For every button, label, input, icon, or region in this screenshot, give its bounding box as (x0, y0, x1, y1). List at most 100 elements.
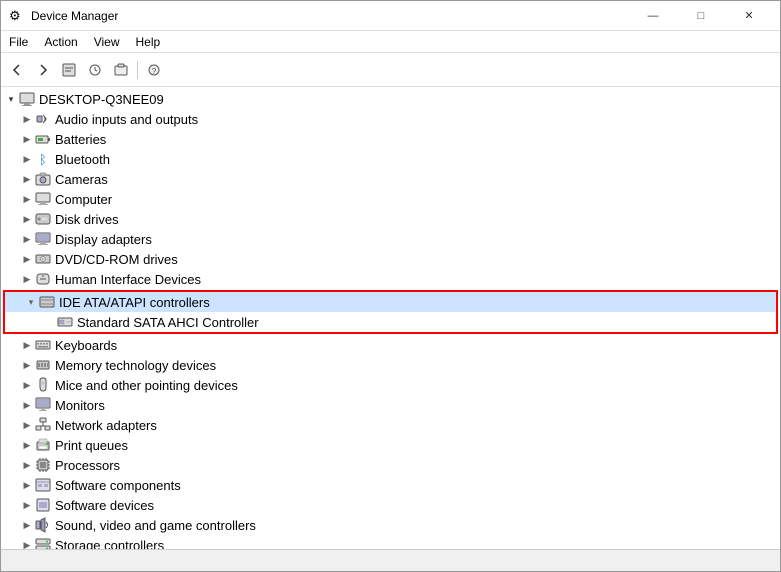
list-item[interactable]: ▶ Print queues (1, 435, 780, 455)
sound-icon (35, 517, 51, 533)
list-item[interactable]: ▶ Software components (1, 475, 780, 495)
computer-icon (19, 91, 35, 107)
menu-help[interactable]: Help (128, 31, 169, 52)
expand-icon: ▶ (19, 537, 35, 549)
root-expand-icon: ▾ (3, 91, 19, 107)
list-item[interactable]: ▶ Network adapters (1, 415, 780, 435)
bluetooth-icon: ᛒ (35, 151, 51, 167)
software-devices-icon (35, 497, 51, 513)
expand-icon: ▶ (19, 397, 35, 413)
item-label: Cameras (55, 172, 108, 187)
list-item[interactable]: ▶ Memory technology devices (1, 355, 780, 375)
highlighted-section: ▾ IDE ATA/ATAPI controllers ▶ (3, 290, 778, 334)
memory-icon (35, 357, 51, 373)
item-label: Software devices (55, 498, 154, 513)
expand-icon: ▶ (19, 457, 35, 473)
app-icon: ⚙ (9, 8, 25, 24)
list-item[interactable]: ▶ Computer (1, 189, 780, 209)
storage-icon (35, 537, 51, 549)
expand-icon: ▶ (19, 211, 35, 227)
ide-icon (39, 294, 55, 310)
expand-icon: ▶ (19, 271, 35, 287)
item-label: Standard SATA AHCI Controller (77, 315, 259, 330)
monitor-icon (35, 397, 51, 413)
svg-text:?: ? (152, 67, 157, 76)
list-item[interactable]: ▶ Proces (1, 455, 780, 475)
camera-icon (35, 171, 51, 187)
back-button[interactable] (5, 58, 29, 82)
list-item[interactable]: ▶ Mice and other pointing devices (1, 375, 780, 395)
print-icon (35, 437, 51, 453)
mouse-icon (35, 377, 51, 393)
status-bar (1, 549, 780, 571)
expand-icon: ▶ (19, 417, 35, 433)
root-label: DESKTOP-Q3NEE09 (39, 92, 164, 107)
item-label: Display adapters (55, 232, 152, 247)
list-item[interactable]: ▶ Batteries (1, 129, 780, 149)
forward-button[interactable] (31, 58, 55, 82)
keyboard-icon (35, 337, 51, 353)
list-item[interactable]: ▶ Standard SATA AHCI Controller (5, 312, 776, 332)
list-item[interactable]: ▶ Human Interface Devices (1, 269, 780, 289)
close-button[interactable]: ✕ (726, 2, 772, 30)
list-item[interactable]: ▶ Storage controllers (1, 535, 780, 549)
minimize-button[interactable]: — (630, 2, 676, 30)
list-item[interactable]: ▶ Cameras (1, 169, 780, 189)
scan-hardware-button[interactable] (109, 58, 133, 82)
maximize-button[interactable]: □ (678, 2, 724, 30)
item-label: IDE ATA/ATAPI controllers (59, 295, 210, 310)
show-properties-button[interactable] (57, 58, 81, 82)
expand-icon: ▶ (19, 497, 35, 513)
device-manager-window: ⚙ Device Manager — □ ✕ File Action View … (0, 0, 781, 572)
display-icon (35, 231, 51, 247)
item-label: Batteries (55, 132, 106, 147)
item-label: Memory technology devices (55, 358, 216, 373)
item-label: Storage controllers (55, 538, 164, 550)
dvd-icon (35, 251, 51, 267)
list-item[interactable]: ▶ ᛒ Bluetooth (1, 149, 780, 169)
menu-view[interactable]: View (86, 31, 128, 52)
item-label: Bluetooth (55, 152, 110, 167)
expand-icon: ▶ (19, 337, 35, 353)
list-item[interactable]: ▶ Disk drives (1, 209, 780, 229)
processor-icon (35, 457, 51, 473)
menu-file[interactable]: File (1, 31, 36, 52)
audio-icon (35, 111, 51, 127)
item-label: Keyboards (55, 338, 117, 353)
disk-icon (35, 211, 51, 227)
help-button[interactable]: ? (142, 58, 166, 82)
no-expand-icon: ▶ (41, 314, 57, 330)
expand-icon: ▶ (19, 191, 35, 207)
network-icon (35, 417, 51, 433)
expand-icon: ▶ (19, 437, 35, 453)
expand-icon: ▶ (19, 171, 35, 187)
list-item[interactable]: ▶ Keyboards (1, 335, 780, 355)
list-item[interactable]: ▶ Audio inputs and outputs (1, 109, 780, 129)
software-components-icon (35, 477, 51, 493)
computer-small-icon (35, 191, 51, 207)
expand-icon: ▶ (19, 231, 35, 247)
list-item[interactable]: ▶ Display adapters (1, 229, 780, 249)
item-label: Print queues (55, 438, 128, 453)
item-label: Sound, video and game controllers (55, 518, 256, 533)
list-item[interactable]: ▶ Software devices (1, 495, 780, 515)
menu-action[interactable]: Action (36, 31, 85, 52)
title-controls: — □ ✕ (630, 2, 772, 30)
list-item[interactable]: ▾ IDE ATA/ATAPI controllers (5, 292, 776, 312)
window-title: Device Manager (31, 9, 118, 23)
expand-icon: ▶ (19, 477, 35, 493)
toolbar: ? (1, 53, 780, 87)
toolbar-separator (137, 61, 138, 79)
device-tree[interactable]: ▾ DESKTOP-Q3NEE09 ▶ Audio input (1, 87, 780, 549)
list-item[interactable]: ▶ Monitors (1, 395, 780, 415)
expand-icon: ▾ (23, 294, 39, 310)
list-item[interactable]: ▶ DVD/CD-ROM drives (1, 249, 780, 269)
expand-icon: ▶ (19, 517, 35, 533)
item-label: DVD/CD-ROM drives (55, 252, 178, 267)
tree-root[interactable]: ▾ DESKTOP-Q3NEE09 (1, 89, 780, 109)
update-driver-button[interactable] (83, 58, 107, 82)
expand-icon: ▶ (19, 151, 35, 167)
hid-icon (35, 271, 51, 287)
svg-text:ᛒ: ᛒ (39, 152, 47, 167)
list-item[interactable]: ▶ Sound, video and game controllers (1, 515, 780, 535)
